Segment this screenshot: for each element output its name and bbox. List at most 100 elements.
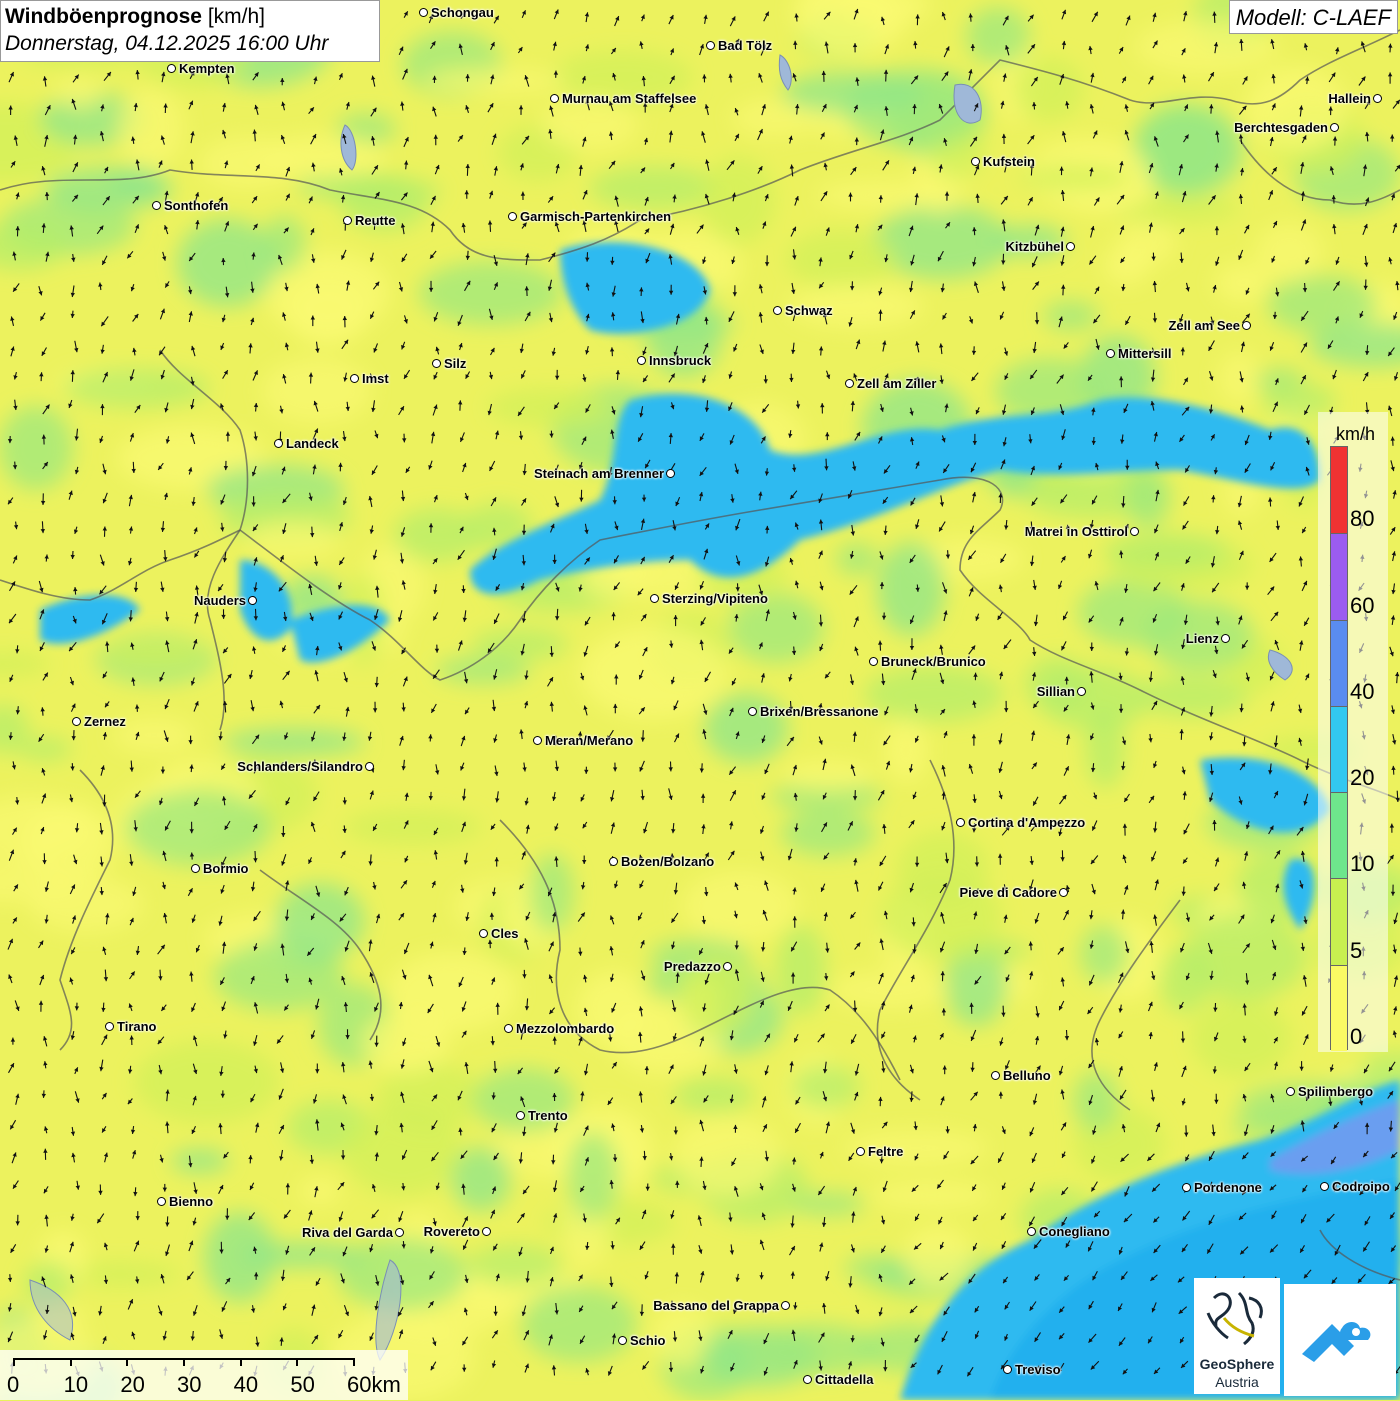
city-marker[interactable] [1373,94,1382,103]
city-marker[interactable] [869,657,878,666]
city-marker[interactable] [1320,1182,1329,1191]
city-marker[interactable] [516,1111,525,1120]
city-marker[interactable] [365,762,374,771]
city-marker[interactable] [1027,1227,1036,1236]
scale-tick [353,1358,355,1366]
wind-field-patch [836,543,878,575]
city-marker[interactable] [419,8,428,17]
city-marker[interactable] [274,439,283,448]
city-label: Zell am Ziller [857,377,936,391]
title-unit: [km/h] [208,5,265,28]
wind-field-patch [239,1242,365,1268]
legend-label: 0 [1350,1024,1362,1050]
city-marker[interactable] [152,201,161,210]
legend-label: 10 [1350,851,1374,877]
wind-field-patch [870,1182,992,1208]
legend-swatch [1331,447,1347,533]
city-marker[interactable] [350,374,359,383]
city-marker[interactable] [666,469,675,478]
geosphere-logo[interactable]: GeoSphere Austria [1194,1278,1280,1394]
city-marker[interactable] [773,306,782,315]
wind-field-patch [223,728,365,756]
city-marker[interactable] [618,1336,627,1345]
city-label: Belluno [1003,1069,1051,1083]
city-marker[interactable] [1221,634,1230,643]
city-marker[interactable] [533,736,542,745]
city-marker[interactable] [706,41,715,50]
wind-field-patch [344,809,482,845]
city-marker[interactable] [395,1228,404,1237]
city-marker[interactable] [248,596,257,605]
city-marker[interactable] [723,962,732,971]
city-marker[interactable] [1182,1183,1191,1192]
city-marker[interactable] [479,929,488,938]
wind-field-patch [487,388,609,426]
city-label: Schwaz [785,304,833,318]
legend-swatch [1331,620,1347,706]
city-label: Bozen/Bolzano [621,855,714,869]
city-marker[interactable] [1330,123,1339,132]
city-label: Sterzing/Vipiteno [662,592,768,606]
legend-label: 60 [1350,593,1374,619]
city-marker[interactable] [803,1375,812,1384]
city-marker[interactable] [1077,687,1086,696]
city-marker[interactable] [72,717,81,726]
city-label: Kempten [179,62,235,76]
wind-field-patch [246,521,340,559]
app-logo[interactable] [1284,1284,1396,1396]
wind-field-patch [199,137,297,189]
city-marker[interactable] [1286,1087,1295,1096]
city-label: Conegliano [1039,1225,1110,1239]
city-marker[interactable] [609,857,618,866]
city-marker[interactable] [482,1227,491,1236]
city-marker[interactable] [856,1147,865,1156]
city-marker[interactable] [781,1301,790,1310]
city-label: Garmisch-Partenkirchen [520,210,671,224]
city-label: Schio [630,1334,665,1348]
city-marker[interactable] [432,359,441,368]
city-marker[interactable] [191,864,200,873]
wind-field-patch [1104,245,1150,285]
city-label: Tirano [117,1020,157,1034]
city-marker[interactable] [504,1024,513,1033]
city-marker[interactable] [991,1071,1000,1080]
city-marker[interactable] [971,157,980,166]
city-label: Riva del Garda [302,1226,393,1240]
city-label: Landeck [286,437,339,451]
wind-field-patch [134,1041,280,1123]
city-marker[interactable] [105,1022,114,1031]
legend-swatch [1331,706,1347,792]
city-marker[interactable] [550,94,559,103]
wind-field-patch [299,1177,341,1205]
city-marker[interactable] [1130,527,1139,536]
city-label: Spilimbergo [1298,1085,1373,1099]
city-label: Schongau [431,6,494,20]
city-label: Bienno [169,1195,213,1209]
city-marker[interactable] [1066,242,1075,251]
city-marker[interactable] [956,818,965,827]
title-main-text: Windböenprognose [5,5,202,28]
city-marker[interactable] [167,64,176,73]
wind-field-patch [674,1077,754,1113]
city-marker[interactable] [1003,1365,1012,1374]
wind-field-patch [288,279,368,347]
city-label: Murnau am Staffelsee [562,92,696,106]
city-marker[interactable] [650,594,659,603]
legend-swatch [1331,792,1347,878]
wind-field-patch [1126,468,1170,528]
city-marker[interactable] [637,356,646,365]
city-label: Matrei in Osttirol [1025,525,1128,539]
city-marker[interactable] [508,212,517,221]
city-label: Codroipo [1332,1180,1390,1194]
city-marker[interactable] [748,707,757,716]
forecast-date: Donnerstag, 04.12.2025 16:00 Uhr [5,31,375,57]
legend-swatch [1331,878,1347,964]
city-marker[interactable] [157,1197,166,1206]
city-marker[interactable] [1059,888,1068,897]
mountain-cloud-icon [1284,1284,1396,1396]
city-marker[interactable] [845,379,854,388]
city-marker[interactable] [343,216,352,225]
city-marker[interactable] [1106,349,1115,358]
wind-field-patch [792,1065,860,1109]
city-marker[interactable] [1242,321,1251,330]
